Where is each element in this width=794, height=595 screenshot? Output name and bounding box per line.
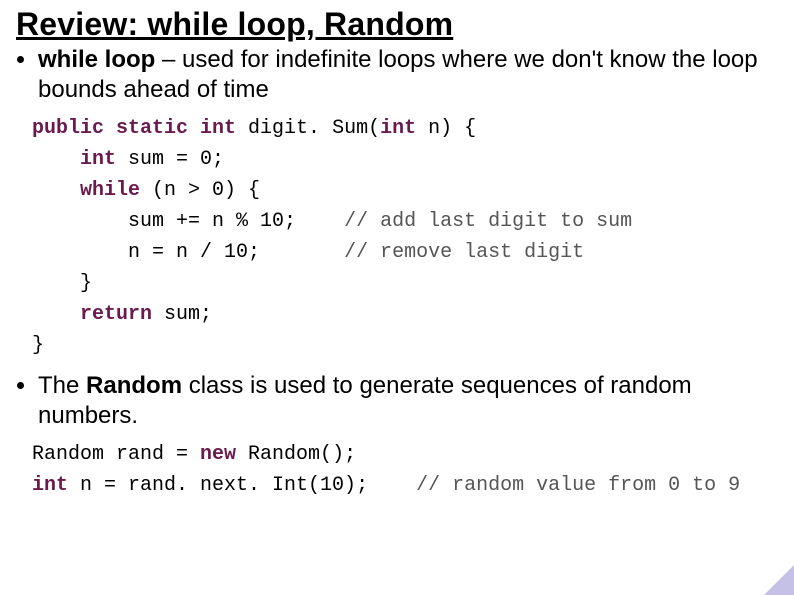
code-text: } [32,334,44,357]
code-text: digit. Sum( [236,117,380,140]
code-text: (n > 0) { [140,179,260,202]
code-text [32,148,80,171]
code-text: n = rand. next. Int(10); [68,474,416,497]
code-text: sum += n % 10; [32,210,344,233]
code-text: } [32,272,92,295]
code-text: sum = 0; [116,148,224,171]
kw-int: int [80,148,116,171]
slide-title: Review: while loop, Random [16,6,780,43]
code-block-digitsum: public static int digit. Sum(int n) { in… [32,113,780,361]
bullet-item-while: while loop – used for indefinite loops w… [38,45,780,105]
kw-int: int [32,474,68,497]
bullet-list: The Random class is used to generate seq… [14,371,780,431]
bullet-item-random: The Random class is used to generate seq… [38,371,780,431]
code-text: n) { [416,117,476,140]
code-text: n = n / 10; [32,241,344,264]
kw-new: new [200,443,236,466]
code-text [32,303,80,326]
code-text [32,179,80,202]
code-block-random: Random rand = new Random(); int n = rand… [32,439,780,501]
code-text: Random(); [236,443,356,466]
kw-public-static-int: public static int [32,117,236,140]
comment: // random value from 0 to 9 [416,474,740,497]
comment: // remove last digit [344,241,584,264]
bullet-strong: Random [86,372,182,399]
kw-int: int [380,117,416,140]
kw-return: return [80,303,152,326]
slide: Review: while loop, Random while loop – … [0,0,794,595]
kw-while: while [80,179,140,202]
comment: // add last digit to sum [344,210,632,233]
code-text: sum; [152,303,212,326]
bullet-strong: while loop [38,46,155,73]
code-text: Random rand = [32,443,200,466]
bullet-text: The [38,372,86,399]
bullet-list: while loop – used for indefinite loops w… [14,45,780,105]
decorative-corner [764,565,794,595]
